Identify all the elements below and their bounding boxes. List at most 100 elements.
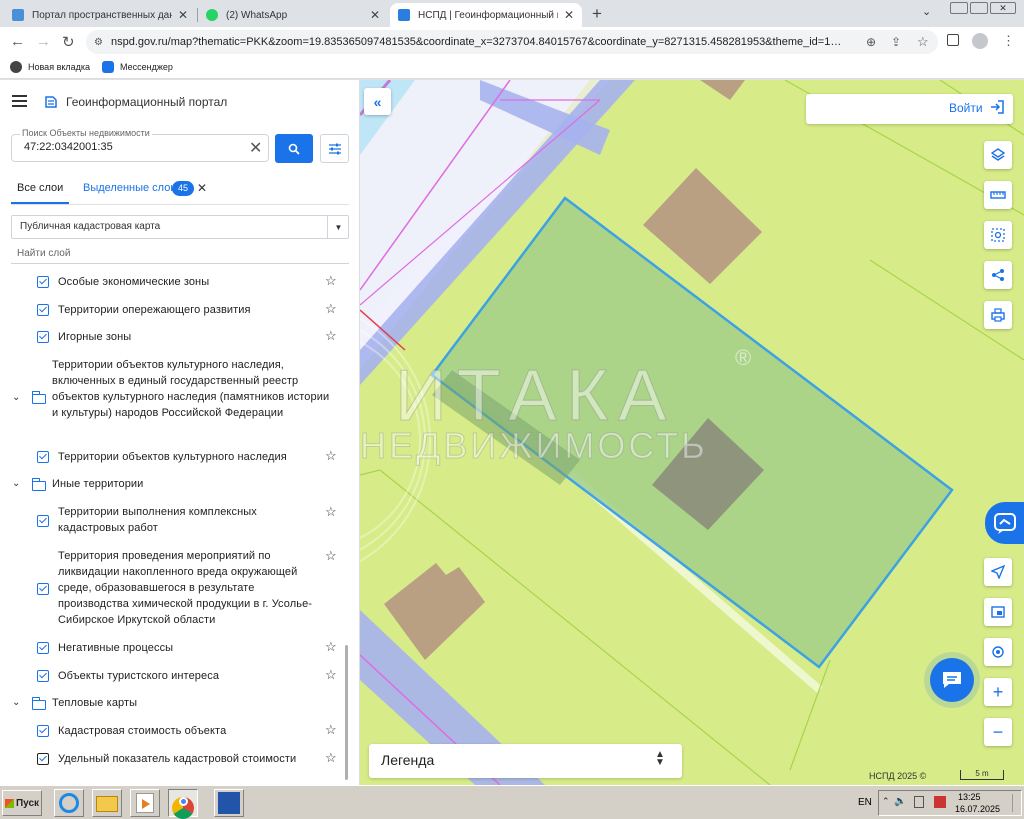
show-desktop-icon[interactable] xyxy=(1012,794,1018,812)
side-panel-icon[interactable] xyxy=(947,34,959,46)
checkbox-checked-icon[interactable] xyxy=(37,331,49,343)
tab-search-icon[interactable]: ⌄ xyxy=(922,5,931,18)
url-text[interactable]: nspd.gov.ru/map?thematic=PKK&zoom=19.835… xyxy=(111,36,871,48)
login-label[interactable]: Войти xyxy=(949,101,983,115)
locate-button[interactable] xyxy=(984,558,1012,586)
tray-expand-icon[interactable]: ⌃ xyxy=(882,796,890,807)
start-button[interactable]: Пуск xyxy=(2,790,42,816)
menu-kebab-icon[interactable]: ⋮ xyxy=(1002,33,1015,49)
clear-selected-icon[interactable]: ✕ xyxy=(197,181,207,195)
layer-select[interactable]: Публичная кадастровая карта xyxy=(11,215,349,239)
network-icon[interactable] xyxy=(914,796,924,808)
language-indicator[interactable]: EN xyxy=(858,797,872,808)
legend-label[interactable]: Легенда xyxy=(381,752,434,768)
favorite-star-icon[interactable]: ☆ xyxy=(325,301,337,317)
favorite-star-icon[interactable]: ☆ xyxy=(325,448,337,464)
checkbox-checked-icon[interactable] xyxy=(37,670,49,682)
close-tab-icon[interactable]: ✕ xyxy=(178,8,188,22)
bookmark-new-tab[interactable]: Новая вкладка xyxy=(10,61,90,73)
minimap-icon xyxy=(991,606,1005,618)
favorite-star-icon[interactable]: ☆ xyxy=(325,548,337,564)
geolocation-button[interactable] xyxy=(984,638,1012,666)
assistant-side-tab[interactable] xyxy=(985,502,1024,544)
app-taskbar-icon[interactable] xyxy=(214,789,244,817)
layers-tool-button[interactable] xyxy=(984,141,1012,169)
browser-tab-portal[interactable]: Портал пространственных данны… ✕ xyxy=(4,3,196,27)
browser-tab-nspd[interactable]: НСПД | Геоинформационный порт… ✕ xyxy=(390,3,582,27)
security-icon[interactable] xyxy=(934,796,946,808)
chrome-taskbar-icon[interactable] xyxy=(168,789,198,819)
checkbox-checked-icon[interactable] xyxy=(37,725,49,737)
favorite-star-icon[interactable]: ☆ xyxy=(325,273,337,289)
new-tab-button[interactable]: + xyxy=(592,4,602,24)
portal-title: Геоинформационный портал xyxy=(66,95,228,109)
favorite-star-icon[interactable]: ☆ xyxy=(325,639,337,655)
favorite-star-icon[interactable]: ☆ xyxy=(325,722,337,738)
omnibox[interactable]: ⚙ nspd.gov.ru/map?thematic=PKK&zoom=19.8… xyxy=(86,30,938,54)
filter-button[interactable] xyxy=(320,134,349,163)
checkbox-checked-icon[interactable] xyxy=(37,642,49,654)
profile-avatar-icon[interactable] xyxy=(972,33,988,49)
map-canvas[interactable]: ИТАКА ® 1993 НЕДВИЖИМОСТЬ xyxy=(360,80,1024,785)
minimap-button[interactable] xyxy=(984,598,1012,626)
reload-icon[interactable]: ↻ xyxy=(62,33,75,51)
zoom-out-button[interactable]: − xyxy=(984,718,1012,746)
site-info-icon[interactable]: ⚙ xyxy=(94,37,103,48)
layer-label: Территория проведения мероприятий по лик… xyxy=(58,550,313,626)
area-select-tool-button[interactable] xyxy=(984,221,1012,249)
checkbox-checked-icon[interactable] xyxy=(37,451,49,463)
close-tab-icon[interactable]: ✕ xyxy=(564,8,574,22)
clock-time[interactable]: 13:25 xyxy=(958,792,981,802)
checkbox-checked-icon[interactable] xyxy=(37,583,49,595)
checkbox-checked-icon[interactable] xyxy=(37,304,49,316)
minimize-icon[interactable] xyxy=(950,2,968,14)
sidebar-scrollbar[interactable] xyxy=(345,645,348,780)
checkbox-checked-icon[interactable] xyxy=(37,276,49,288)
close-tab-icon[interactable]: ✕ xyxy=(370,8,380,22)
bookmark-star-icon[interactable]: ☆ xyxy=(917,34,929,50)
hamburger-menu-icon[interactable] xyxy=(12,95,27,110)
print-tool-button[interactable] xyxy=(984,301,1012,329)
ie-taskbar-icon[interactable] xyxy=(54,789,84,817)
zoom-icon[interactable]: ⊕ xyxy=(866,35,876,49)
favorite-star-icon[interactable]: ☆ xyxy=(325,504,337,520)
layer-group-label: Иные территории xyxy=(52,478,144,490)
restore-icon[interactable] xyxy=(970,2,988,14)
media-player-taskbar-icon[interactable] xyxy=(130,789,160,817)
clock-date[interactable]: 16.07.2025 xyxy=(955,804,1000,814)
zoom-in-button[interactable]: + xyxy=(984,678,1012,706)
ruler-tool-button[interactable] xyxy=(984,181,1012,209)
chrome-icon xyxy=(10,61,22,73)
find-layer-input[interactable]: Найти слой xyxy=(17,248,70,259)
checkbox-checked-icon[interactable] xyxy=(37,753,49,765)
minus-icon: − xyxy=(992,721,1004,742)
search-input[interactable] xyxy=(24,141,244,153)
forward-icon[interactable]: → xyxy=(36,33,51,50)
bookmark-messenger[interactable]: Мессенджер xyxy=(102,61,173,73)
favorite-star-icon[interactable]: ☆ xyxy=(325,750,337,766)
chevron-down-icon[interactable]: ⌄ xyxy=(12,697,20,708)
bookmark-label: Мессенджер xyxy=(120,62,173,72)
checkbox-checked-icon[interactable] xyxy=(37,515,49,527)
back-icon[interactable]: ← xyxy=(10,33,25,50)
login-icon[interactable] xyxy=(989,99,1005,115)
clear-search-icon[interactable]: ✕ xyxy=(249,138,262,158)
explorer-taskbar-icon[interactable] xyxy=(92,789,122,817)
share-tool-button[interactable] xyxy=(984,261,1012,289)
favorite-star-icon[interactable]: ☆ xyxy=(325,328,337,344)
search-button[interactable] xyxy=(275,134,313,163)
close-window-icon[interactable]: ✕ xyxy=(990,2,1016,14)
chevron-down-icon[interactable]: ▼ xyxy=(327,215,349,239)
expand-collapse-icon[interactable]: ▲ ▼ xyxy=(655,750,665,768)
chat-button[interactable] xyxy=(930,658,974,702)
volume-icon[interactable]: 🔈 xyxy=(894,796,906,807)
share-page-icon[interactable]: ⇪ xyxy=(891,35,901,49)
collapse-sidebar-button[interactable]: « xyxy=(364,88,391,115)
chat-bubble-icon xyxy=(943,672,961,688)
chevron-down-icon[interactable]: ⌄ xyxy=(12,392,20,403)
tab-all-layers[interactable]: Все слои xyxy=(17,182,63,194)
chevron-down-icon[interactable]: ⌄ xyxy=(12,478,20,489)
favorite-star-icon[interactable]: ☆ xyxy=(325,667,337,683)
browser-tab-whatsapp[interactable]: (2) WhatsApp ✕ xyxy=(198,3,388,27)
tab-selected-layers[interactable]: Выделенные слои xyxy=(83,182,176,194)
